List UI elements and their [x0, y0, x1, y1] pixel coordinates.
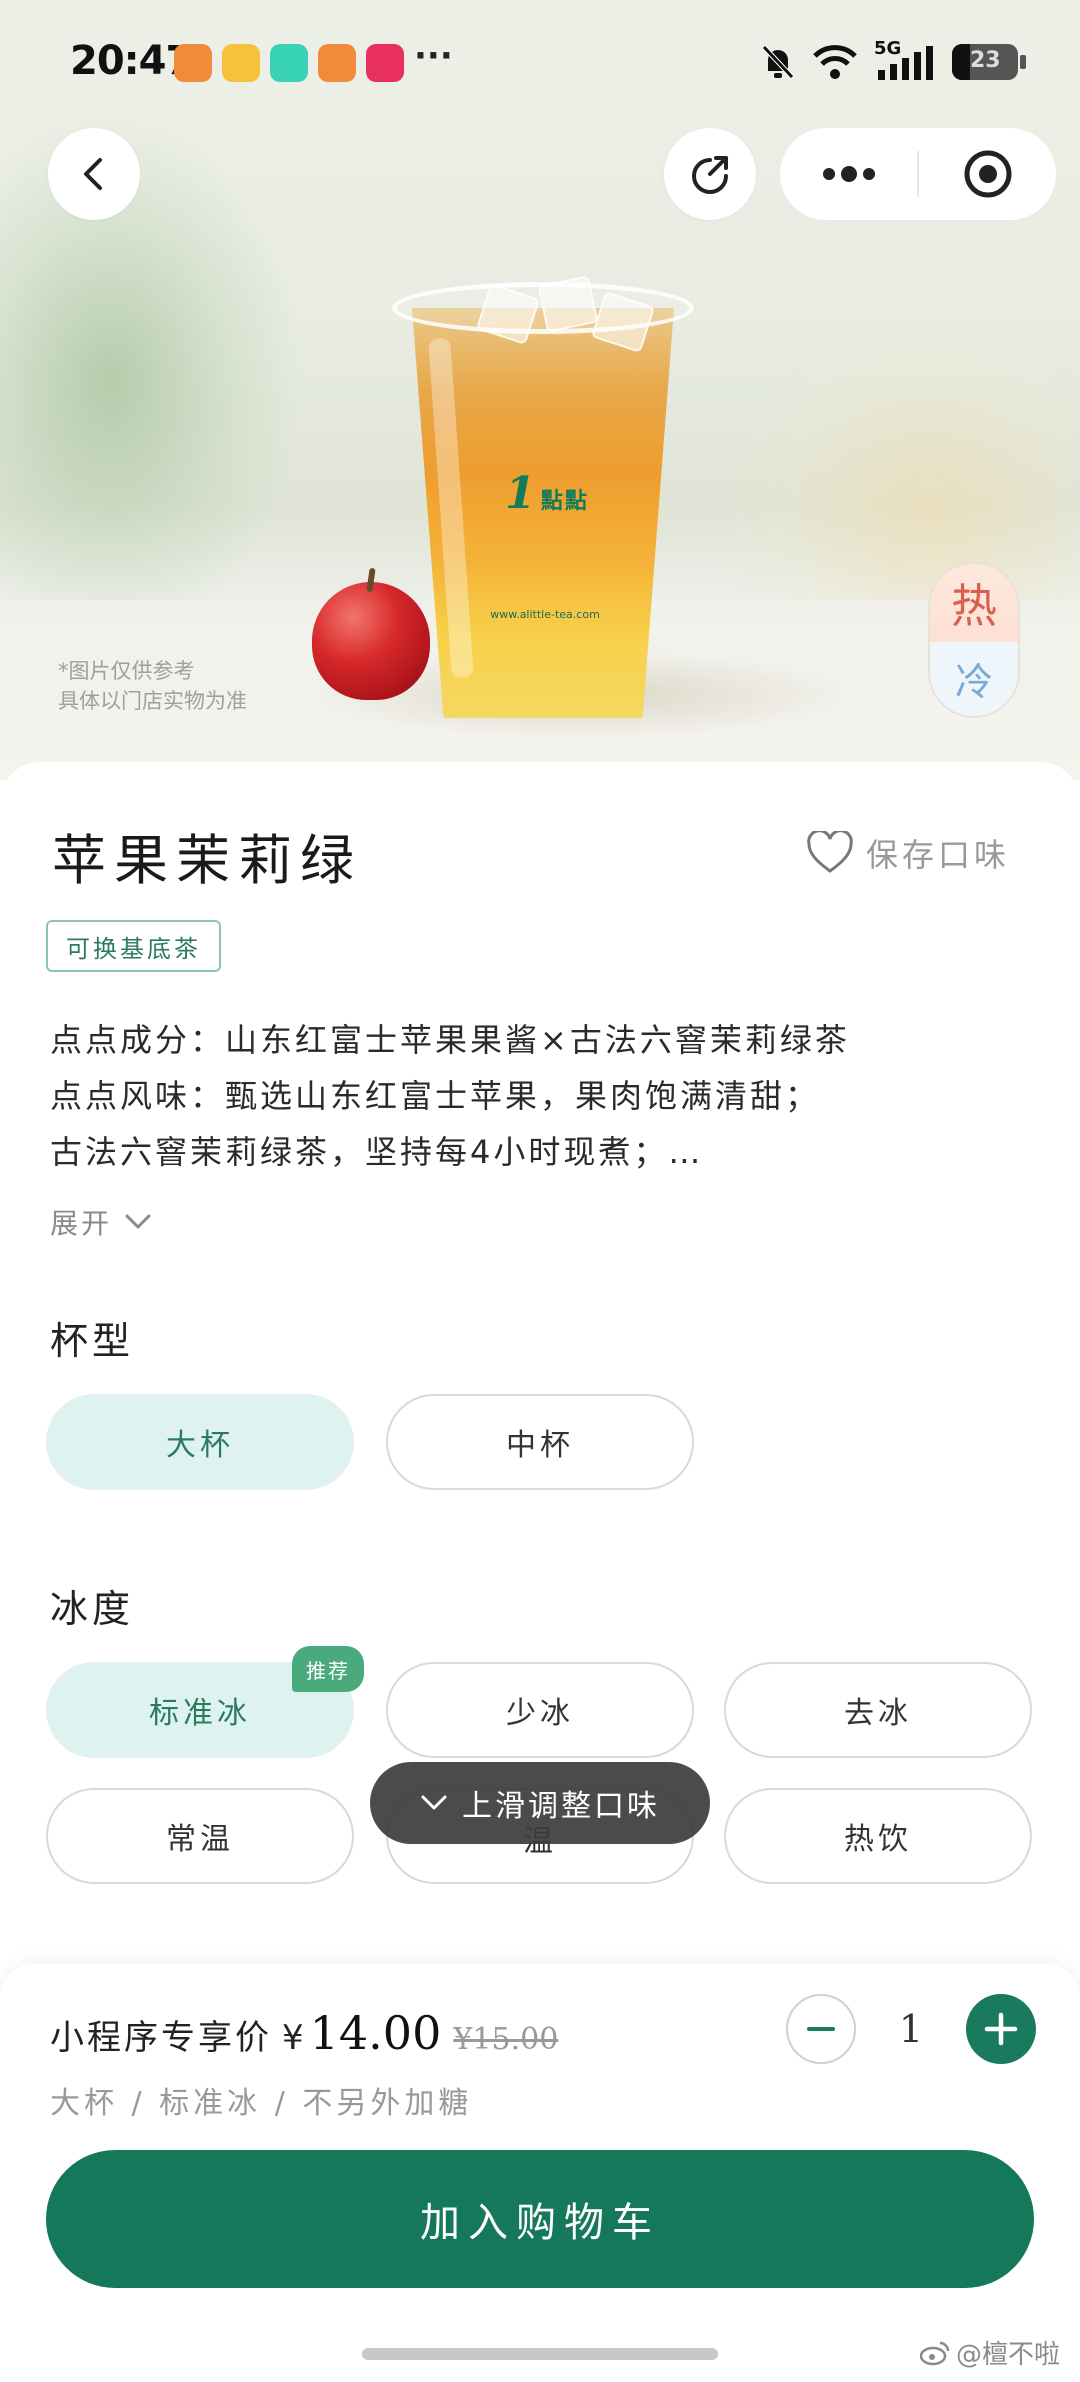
recommend-badge: 推荐 [292, 1646, 364, 1692]
selection-summary: 大杯 / 标准冰 / 不另外加糖 [50, 2086, 473, 2121]
weibo-logo-icon [920, 2341, 950, 2365]
status-right: 5G 23 [760, 38, 1026, 82]
chevron-down-icon [125, 1214, 151, 1229]
description-line-1: 点点成分：山东红富士苹果果酱×古法六窨茉莉绿茶 [50, 1021, 850, 1059]
product-title: 苹果茉莉绿 [52, 829, 362, 892]
ice-level-title: 冰度 [50, 1587, 135, 1631]
network-label: 5G [874, 38, 902, 59]
notification-weibo-icon [222, 44, 260, 82]
decrease-quantity-button[interactable] [786, 1994, 856, 2064]
swipe-up-hint-toast[interactable]: 上滑调整口味 [370, 1762, 710, 1844]
temperature-switch[interactable]: 热 冷 [928, 562, 1020, 718]
mute-bell-icon [762, 45, 794, 79]
cup-size-option-large[interactable]: 大杯 [46, 1394, 354, 1490]
product-description: 点点成分：山东红富士苹果果酱×古法六窨茉莉绿茶 点点风味：甄选山东红富士苹果，果… [50, 1012, 1030, 1180]
expand-label: 展开 [50, 1207, 113, 1240]
original-price: ¥15.00 [453, 2022, 559, 2057]
cup-size-option-medium[interactable]: 中杯 [386, 1394, 694, 1490]
currency-symbol: ¥ [282, 2018, 304, 2058]
back-button[interactable] [48, 128, 140, 220]
plus-icon [984, 2012, 1018, 2046]
signal-indicator: 5G [874, 38, 936, 82]
temp-cold-option[interactable]: 冷 [930, 641, 1018, 716]
increase-quantity-button[interactable] [966, 1994, 1036, 2064]
cup-brand-logo: 1 點點 [497, 468, 597, 519]
apple-stem [366, 567, 376, 593]
cup-url: www.alittle-tea.com [490, 608, 600, 621]
cup-rim [392, 282, 694, 334]
more-menu-button[interactable] [780, 128, 917, 220]
ice-option-none[interactable]: 去冰 [724, 1662, 1032, 1758]
description-line-3: 古法六窨茉莉绿茶，坚持每4小时现煮；… [50, 1133, 704, 1171]
share-icon [692, 156, 728, 194]
temp-hot-option[interactable]: 热 [930, 564, 1018, 642]
ice-option-room-temp[interactable]: 常温 [46, 1788, 354, 1884]
toast-text: 上滑调整口味 [462, 1789, 660, 1824]
chevron-left-icon [84, 158, 102, 190]
price-row: 小程序专享价 ¥ 14.00 ¥15.00 [50, 2006, 558, 2060]
watermark-text: @檀不啦 [956, 2340, 1061, 2370]
target-close-icon [964, 150, 1011, 198]
wifi-icon [813, 45, 857, 79]
chevron-down-icon [421, 1795, 447, 1810]
quantity-value: 1 [898, 2007, 924, 2051]
cup-size-title: 杯型 [50, 1319, 135, 1363]
mini-program-capsule [780, 128, 1056, 220]
image-disclaimer: *图片仅供参考 具体以门店实物为准 [58, 656, 247, 716]
add-to-cart-button[interactable]: 加入购物车 [46, 2150, 1034, 2288]
quantity-stepper: 1 [786, 1994, 1036, 2064]
logo-number: 1 [505, 468, 536, 519]
logo-text: 點點 [540, 489, 589, 514]
notification-heart-icon [174, 44, 212, 82]
notification-chat-icon [270, 44, 308, 82]
drink-cup-image: 1 點點 www.alittle-tea.com [392, 268, 694, 718]
description-line-2: 点点风味：甄选山东红富士苹果，果肉饱满清甜； [50, 1077, 821, 1115]
save-taste-label: 保存口味 [866, 836, 1011, 874]
status-bar: 20:47 ··· 5G 23 [0, 0, 1080, 120]
price-label: 小程序专享价 [50, 2018, 272, 2058]
base-tea-tag: 可换基底茶 [46, 920, 221, 972]
battery-icon: 23 [952, 44, 1026, 80]
more-notifications: ··· [414, 36, 453, 76]
notification-app-icon [366, 44, 404, 82]
more-dots-icon [822, 166, 875, 182]
save-taste-button[interactable]: 保存口味 [806, 830, 1010, 876]
disclaimer-line-2: 具体以门店实物为准 [58, 689, 247, 713]
notification-heart-icon [318, 44, 356, 82]
home-indicator[interactable] [362, 2348, 718, 2360]
apple-image [312, 567, 430, 700]
checkout-bar: 小程序专享价 ¥ 14.00 ¥15.00 1 大杯 / 标准冰 / 不另外加糖… [0, 1964, 1080, 2382]
close-mini-program-button[interactable] [919, 128, 1056, 220]
disclaimer-line-1: *图片仅供参考 [58, 659, 195, 683]
weibo-watermark: @檀不啦 [920, 2334, 1060, 2371]
heart-icon [807, 831, 853, 873]
minus-icon [807, 2027, 835, 2031]
ice-option-less[interactable]: 少冰 [386, 1662, 694, 1758]
share-button[interactable] [664, 128, 756, 220]
expand-description-button[interactable]: 展开 [50, 1202, 152, 1242]
current-price: 14.00 [309, 2006, 442, 2060]
background-leaves [0, 120, 300, 640]
battery-level: 23 [970, 48, 1001, 73]
ice-option-hot[interactable]: 热饮 [724, 1788, 1032, 1884]
